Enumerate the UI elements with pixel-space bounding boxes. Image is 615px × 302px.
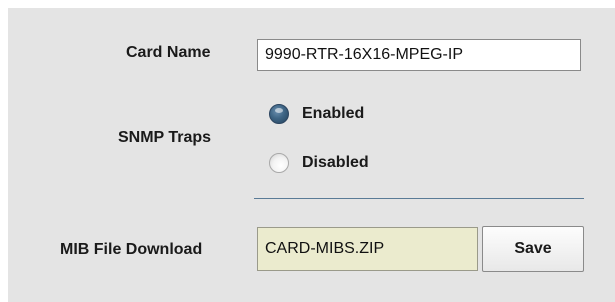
snmp-traps-enabled-option[interactable]: Enabled bbox=[269, 104, 364, 124]
section-divider bbox=[254, 198, 584, 199]
snmp-traps-disabled-label: Disabled bbox=[302, 154, 369, 171]
snmp-traps-enabled-label: Enabled bbox=[302, 105, 365, 122]
radio-unselected-icon[interactable] bbox=[269, 153, 289, 173]
save-button[interactable]: Save bbox=[482, 226, 584, 272]
card-name-input[interactable]: 9990-RTR-16X16-MPEG-IP bbox=[257, 39, 581, 71]
card-settings-panel: Card Name 9990-RTR-16X16-MPEG-IP SNMP Tr… bbox=[8, 8, 615, 302]
snmp-traps-label: SNMP Traps bbox=[118, 129, 212, 146]
mib-file-download-label: MIB File Download bbox=[60, 241, 203, 258]
snmp-traps-disabled-option[interactable]: Disabled bbox=[269, 153, 369, 173]
mib-file-name-field: CARD-MIBS.ZIP bbox=[257, 227, 478, 271]
radio-selected-icon[interactable] bbox=[269, 104, 289, 124]
card-name-label: Card Name bbox=[126, 44, 211, 61]
